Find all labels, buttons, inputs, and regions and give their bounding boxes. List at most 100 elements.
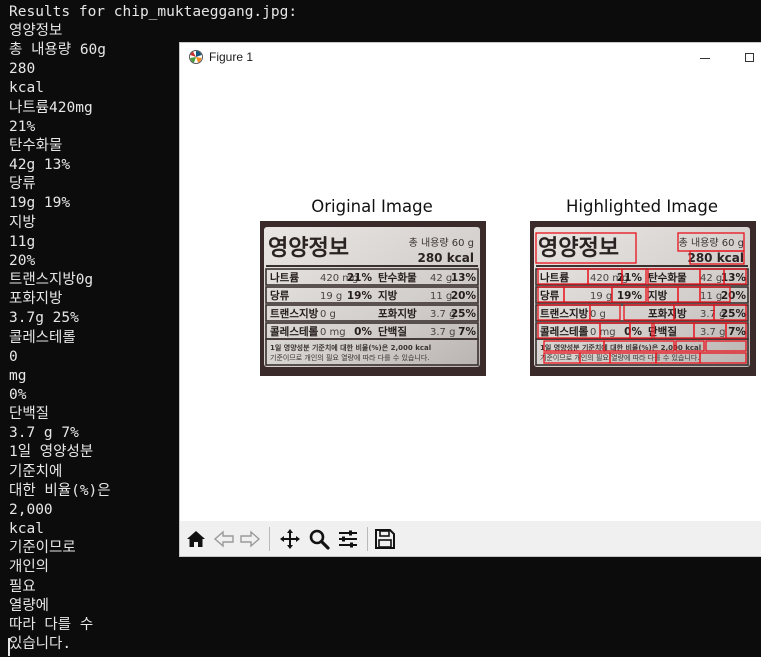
label-text: 당류 [540, 289, 560, 302]
toolbar-separator [269, 527, 270, 551]
label-text: 7% [728, 326, 746, 338]
terminal-header: Results for chip_muktaeggang.jpg: [9, 4, 298, 20]
label-text: 3.7 g [430, 327, 455, 338]
label-text: 단백질 [378, 325, 407, 338]
label-text: 19% [347, 290, 373, 302]
label-text: 트랜스지방 [270, 307, 319, 320]
label-text: 0 g [320, 309, 336, 320]
label-text: 42 g [430, 273, 452, 284]
terminal-output: 영양정보 총 내용량 60g 280 kcal 나트륨420mg 21% 탄수화물 42g 1… [9, 22, 111, 654]
terminal-line: 탄수화물 [9, 137, 63, 154]
label-text: 탄수화물 [648, 271, 687, 284]
title-bar[interactable]: Figure 1 [180, 43, 761, 73]
label-text: 42 g [700, 273, 722, 284]
back-button[interactable] [212, 527, 236, 551]
original-image-title: Original Image [311, 197, 433, 216]
label-text: 영양정보 [268, 236, 349, 261]
terminal-line: 영양정보 [9, 23, 63, 39]
label-text: 19 g [590, 291, 612, 302]
terminal-line: 열량에 [9, 597, 50, 614]
pan-icon [280, 529, 300, 549]
home-icon [187, 531, 205, 547]
zoom-icon [309, 529, 330, 550]
label-text: 280 kcal [687, 251, 744, 265]
minimize-button[interactable] [692, 47, 718, 69]
label-text: 21% [617, 272, 643, 284]
terminal-line: 개인의 [9, 559, 50, 576]
label-text: 기준이므로 개인의 필요 열량에 따라 다를 수 있습니다. [540, 353, 699, 362]
toolbar-separator [367, 527, 368, 551]
terminal-cursor [8, 638, 10, 656]
matplotlib-icon [189, 50, 203, 64]
label-text: 13% [451, 272, 477, 284]
terminal-line: 2,000 [9, 501, 53, 518]
terminal-line: 21% [9, 118, 36, 135]
label-text: 19 g [320, 291, 342, 302]
label-text: 7% [458, 326, 476, 338]
terminal-line: 20% [9, 252, 36, 269]
terminal-line: 콜레스테롤 [9, 329, 76, 346]
terminal-line: kcal [9, 521, 44, 538]
terminal-line: 기준치에 [9, 463, 63, 480]
label-text: 지방 [378, 289, 398, 302]
configure-subplots-icon [339, 530, 357, 548]
label-text: 지방 [648, 289, 668, 302]
pan-button[interactable] [278, 527, 302, 551]
highlighted-image-title: Highlighted Image [565, 197, 719, 216]
label-text: 당류 [270, 289, 290, 302]
maximize-button[interactable] [736, 47, 761, 69]
terminal-line: 나트륨420mg [9, 99, 93, 116]
terminal-line: 총 내용량 60g [9, 42, 107, 59]
label-text: 0% [624, 326, 642, 338]
terminal-line: 지방 [9, 214, 36, 231]
label-text: 0 g [590, 309, 606, 320]
label-text: 나트륨 [270, 271, 299, 284]
label-text: 트랜스지방 [540, 307, 589, 320]
terminal-line: 19g 19% [9, 195, 71, 212]
forward-button[interactable] [238, 527, 262, 551]
label-text: 20% [721, 290, 747, 302]
label-text: 25% [451, 308, 477, 320]
forward-icon [240, 530, 261, 548]
window-title: Figure 1 [209, 50, 254, 64]
terminal-line: 0% [9, 386, 27, 403]
terminal-line: 1일 영양성분 [9, 444, 94, 461]
configure-subplots-button[interactable] [336, 527, 360, 551]
terminal-line: 3.7g 25% [9, 310, 79, 327]
navigation-toolbar [180, 521, 761, 556]
label-text: 포화지방 [648, 307, 687, 320]
label-text: 0% [354, 326, 372, 338]
label-text: 20% [451, 290, 477, 302]
terminal-line: 3.7 g 7% [9, 425, 79, 442]
terminal-line: 기준이므로 [9, 540, 76, 557]
terminal-line: 11g [9, 233, 36, 250]
label-text: 콜레스테롤 [540, 325, 589, 338]
back-icon [213, 530, 234, 548]
terminal-line: 0 [9, 348, 18, 365]
label-text: 13% [721, 272, 747, 284]
label-text: 0 mg [590, 327, 616, 338]
label-text: 11 g [430, 291, 452, 302]
terminal-line: 포화지방 [9, 291, 63, 308]
figure-canvas[interactable]: Original Image Highlighted Image 영양정보 총 내… [180, 73, 761, 521]
terminal-line: 있습니다. [9, 636, 72, 652]
terminal-line: 따라 다를 수 [9, 616, 94, 633]
label-text: 1일 영양성분 기준치에 대한 비율(%)은 2,000 kcal [270, 343, 431, 352]
original-image: 영양정보 총 내용량 60 g 280 kcal 나트륨 420 mg 21% 탄수화물 42… [260, 221, 486, 376]
label-text: 포화지방 [378, 307, 417, 320]
label-text: 총 내용량 60 g [409, 237, 474, 249]
label-text: 280 kcal [417, 251, 474, 265]
terminal-line: 280 [9, 61, 36, 78]
label-text: 11 g [700, 291, 722, 302]
figure-window[interactable]: Figure 1 Original Image Highlighted Imag… [180, 43, 761, 556]
label-text: 나트륨 [540, 271, 569, 284]
zoom-button[interactable] [307, 527, 331, 551]
terminal-line: 단백질 [9, 406, 50, 423]
label-text: 콜레스테롤 [270, 325, 319, 338]
home-button[interactable] [184, 527, 208, 551]
terminal-line: 트랜스지방0g [9, 272, 94, 289]
label-text: 0 mg [320, 327, 346, 338]
terminal-line: kcal [9, 80, 44, 97]
highlighted-image: 영양정보 총 내용량 60 g 280 kcal 나트륨 420 mg 21% 탄수화물 42… [530, 221, 756, 376]
save-button[interactable] [373, 527, 397, 551]
